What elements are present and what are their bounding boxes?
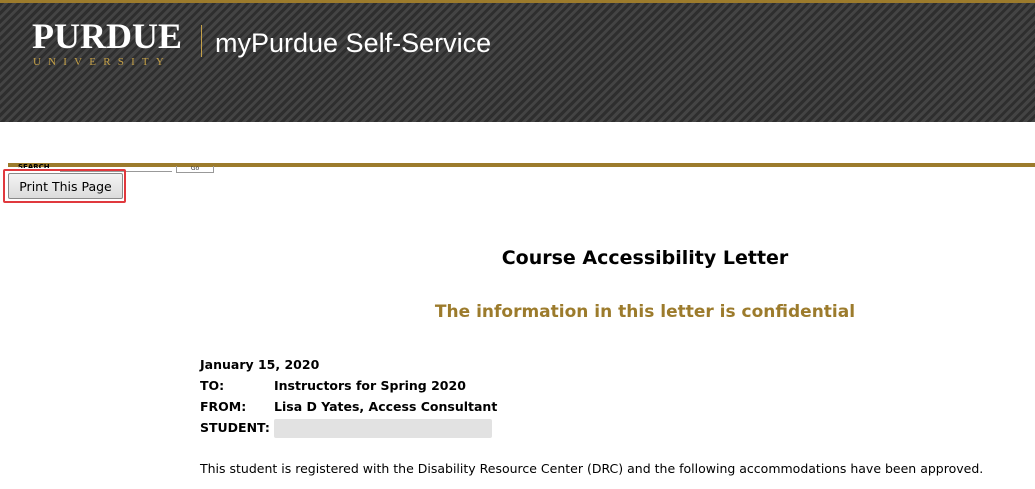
search-label: SEARCH bbox=[18, 164, 50, 168]
go-button[interactable]: Go bbox=[176, 166, 214, 173]
to-value: Instructors for Spring 2020 bbox=[274, 378, 466, 393]
letter-title: Course Accessibility Letter bbox=[501, 247, 789, 269]
letter-from-row: FROM: Lisa D Yates, Access Consultant bbox=[200, 398, 497, 419]
letter-meta: January 15, 2020 TO: Instructors for Spri… bbox=[200, 356, 497, 440]
to-label: TO: bbox=[200, 378, 225, 393]
student-name-redacted bbox=[274, 419, 492, 438]
purdue-logo[interactable]: PURDUE UNIVERSITY bbox=[32, 17, 182, 68]
confidential-notice: The information in this letter is confid… bbox=[434, 302, 856, 322]
letter-to-row: TO: Instructors for Spring 2020 bbox=[200, 377, 497, 398]
from-label: FROM: bbox=[200, 399, 247, 414]
letter-student-row: STUDENT: bbox=[200, 419, 497, 440]
site-title: myPurdue Self-Service bbox=[215, 28, 492, 58]
student-label: STUDENT: bbox=[200, 420, 270, 435]
print-page-button[interactable]: Print This Page bbox=[8, 173, 123, 199]
logo-subtext: UNIVERSITY bbox=[33, 56, 171, 68]
logo-wordmark: PURDUE bbox=[32, 16, 182, 56]
letter-date: January 15, 2020 bbox=[200, 357, 320, 372]
header-divider bbox=[201, 25, 202, 57]
site-header: PURDUE UNIVERSITY myPurdue Self-Service bbox=[0, 3, 1035, 122]
letter-intro: This student is registered with the Disa… bbox=[200, 461, 984, 476]
from-value: Lisa D Yates, Access Consultant bbox=[274, 399, 498, 414]
letter-date-row: January 15, 2020 bbox=[200, 356, 497, 377]
